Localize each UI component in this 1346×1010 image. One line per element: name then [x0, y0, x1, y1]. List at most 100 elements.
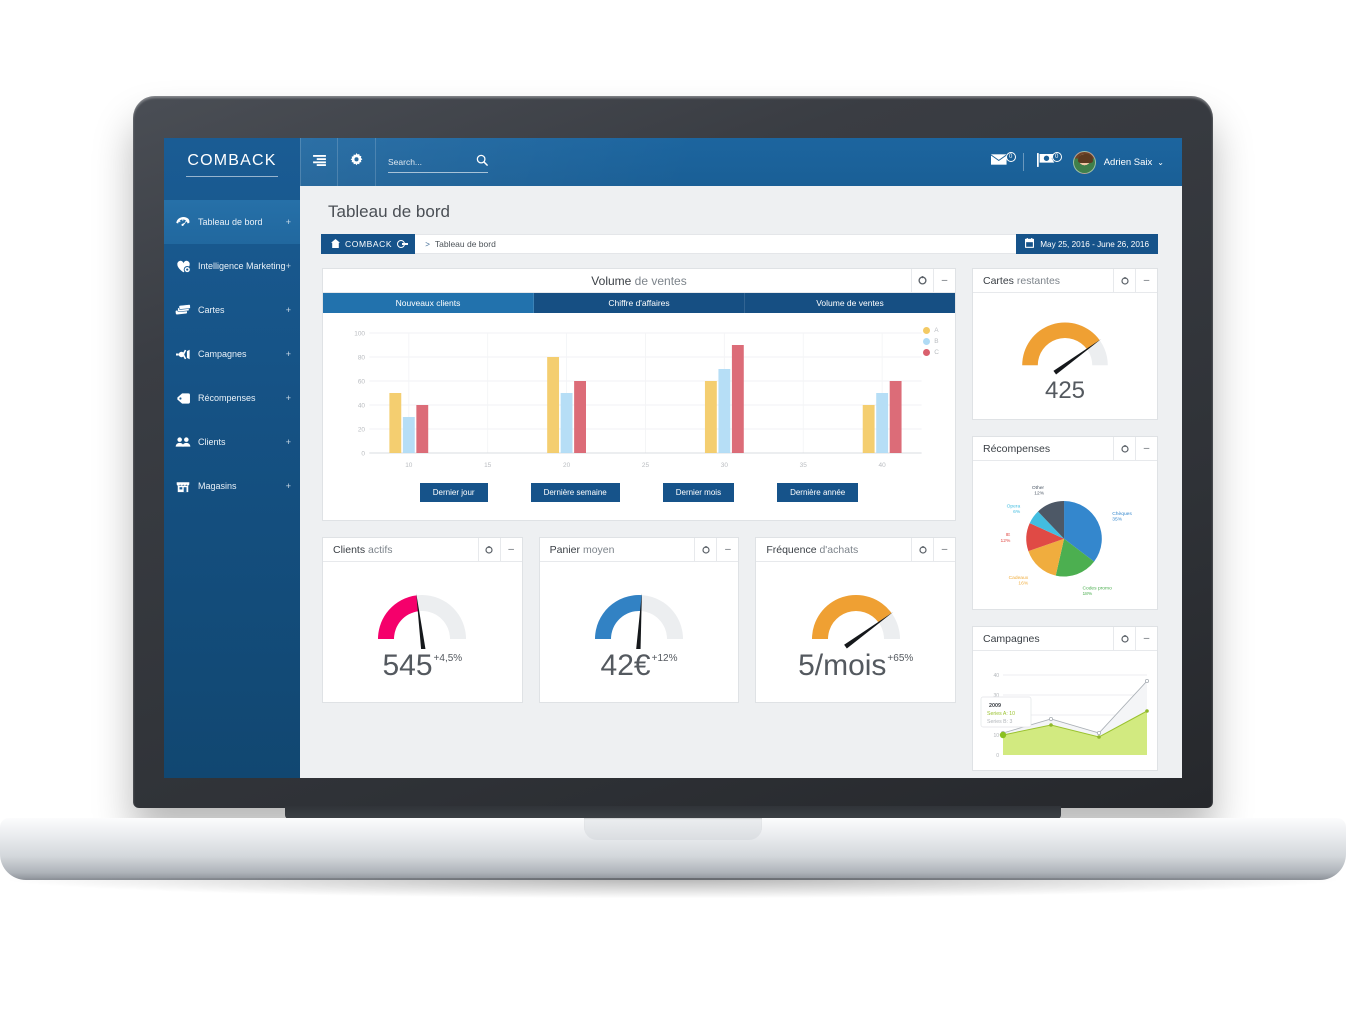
panel-settings-button[interactable]	[911, 268, 933, 293]
panel-minimize-button[interactable]: –	[1135, 626, 1157, 651]
panel-title: Volume de ventes	[323, 274, 955, 288]
main-column: Volume de ventes – Nouveaux clients Chif…	[322, 268, 957, 771]
user-menu-label[interactable]: Adrien Saix	[1104, 157, 1153, 168]
button-dernier-jour[interactable]: Dernier jour	[419, 483, 488, 502]
svg-text:12%: 12%	[1034, 490, 1044, 496]
panel-minimize-button[interactable]: –	[933, 268, 955, 293]
panel-actions: –	[1113, 268, 1157, 293]
sidebar-item-magasins[interactable]: Magasins +	[164, 464, 300, 508]
tab-volume-de-ventes[interactable]: Volume de ventes	[745, 293, 955, 313]
sidebar-item-campagnes[interactable]: Campagnes +	[164, 332, 300, 376]
sidebar: COMBACK Tableau de bord + Intelligence M…	[164, 138, 300, 778]
svg-text:20: 20	[563, 462, 571, 469]
breadcrumb-separator: >	[425, 239, 430, 249]
brand-mark-icon	[397, 240, 409, 248]
flag-icon	[1036, 152, 1056, 172]
sidebar-item-label: Tableau de bord	[198, 217, 263, 227]
panel-panier-moyen: Panier moyen – 42€ +12%	[538, 537, 740, 703]
brand-logo[interactable]: COMBACK	[164, 138, 300, 186]
sidebar-item-label: Clients	[198, 437, 226, 447]
panel-title-light: de ventes	[631, 273, 687, 288]
gear-icon	[350, 153, 363, 171]
svg-text:10: 10	[993, 733, 999, 739]
panel-settings-button[interactable]	[1113, 626, 1135, 651]
expand-icon[interactable]: +	[286, 305, 291, 315]
cartes-restantes-value: 425	[1044, 377, 1086, 404]
panel-minimize-button[interactable]: –	[499, 537, 522, 562]
chart-legend: A B C	[923, 327, 939, 360]
expand-icon[interactable]: +	[286, 437, 291, 447]
panel-title: Récompenses	[973, 443, 1050, 455]
panel-title-bold: Cartes	[983, 274, 1014, 287]
panel-minimize-button[interactable]: –	[716, 537, 738, 562]
sidebar-item-cartes[interactable]: Cartes +	[164, 288, 300, 332]
dashboard-icon	[175, 215, 191, 229]
panel-settings-button[interactable]	[694, 537, 716, 562]
panel-minimize-button[interactable]: –	[1135, 436, 1157, 461]
expand-icon[interactable]: +	[286, 217, 291, 227]
settings-button[interactable]	[338, 138, 376, 186]
panel-body: 425	[973, 293, 1157, 419]
kpi-value: 5/mois	[798, 649, 887, 682]
panel-minimize-button[interactable]: –	[1135, 268, 1157, 293]
svg-text:Other: Other	[1032, 485, 1045, 491]
svg-text:0: 0	[361, 451, 365, 458]
tag-icon	[175, 391, 191, 405]
legend-swatch-c	[923, 349, 931, 356]
svg-text:12%: 12%	[1001, 538, 1011, 544]
panel-frequence-achats: Fréquence d'achats – 5/mois +65%	[755, 537, 957, 703]
expand-icon[interactable]: +	[286, 393, 291, 403]
panel-settings-button[interactable]	[911, 537, 933, 562]
recompenses-pie-chart: Chèques35%Codes promo18%Cadeaux16%IE12%O…	[1001, 485, 1133, 597]
kpi-body: 5/mois +65%	[756, 562, 955, 702]
legend-label: C	[934, 349, 939, 356]
search-input[interactable]	[388, 156, 462, 167]
svg-text:Codes promo: Codes promo	[1082, 585, 1112, 591]
gauge-cartes-restantes	[1022, 322, 1108, 375]
expand-icon[interactable]: +	[286, 349, 291, 359]
date-range-picker[interactable]: May 25, 2016 - June 26, 2016	[1016, 234, 1158, 254]
chevron-down-icon[interactable]: ⌄	[1157, 158, 1164, 167]
megaphone-icon	[175, 347, 191, 361]
panel-title: Panier moyen	[540, 544, 615, 556]
avatar[interactable]	[1072, 150, 1096, 174]
button-derniere-semaine[interactable]: Dernière semaine	[530, 483, 620, 502]
expand-icon[interactable]: +	[286, 481, 291, 491]
tab-chiffre-d-affaires[interactable]: Chiffre d'affaires	[534, 293, 745, 313]
breadcrumb-current: Tableau de bord	[434, 239, 496, 249]
svg-text:40: 40	[993, 673, 999, 679]
expand-icon[interactable]: +	[286, 261, 291, 271]
svg-text:Cadeaux: Cadeaux	[1009, 575, 1029, 581]
svg-text:Series A: 10: Series A: 10	[987, 711, 1015, 717]
panel-title-light: d'achats	[816, 543, 859, 556]
svg-text:Chèques: Chèques	[1112, 511, 1132, 517]
notifications-button[interactable]: 0	[1028, 151, 1065, 172]
search-icon[interactable]	[476, 153, 488, 171]
button-derniere-annee[interactable]: Dernière année	[777, 483, 859, 502]
sidebar-item-intelligence-marketing[interactable]: Intelligence Marketing +	[164, 244, 300, 288]
panel-campagnes: Campagnes – 10 30 40 0 2009 Series A: 10…	[972, 626, 1158, 771]
button-dernier-mois[interactable]: Dernier mois	[662, 483, 735, 502]
sidebar-item-recompenses[interactable]: Récompenses +	[164, 376, 300, 420]
panel-settings-button[interactable]	[1113, 268, 1135, 293]
messages-button[interactable]: 0	[982, 152, 1019, 171]
breadcrumb-home[interactable]: COMBACK	[321, 234, 416, 254]
notifications-badge: 0	[1051, 151, 1062, 162]
laptop-mockup: COMBACK Tableau de bord + Intelligence M…	[0, 0, 1346, 1010]
sidebar-item-clients[interactable]: Clients +	[164, 420, 300, 464]
panel-title-bold: Campagnes	[983, 632, 1040, 645]
panel-settings-button[interactable]	[477, 537, 500, 562]
legend-item: C	[923, 349, 939, 356]
tab-nouveaux-clients[interactable]: Nouveaux clients	[323, 293, 534, 313]
panel-title-bold: Récompenses	[983, 442, 1051, 455]
panel-settings-button[interactable]	[1113, 436, 1135, 461]
legend-swatch-a	[923, 327, 931, 334]
sidebar-item-tableau-de-bord[interactable]: Tableau de bord +	[164, 200, 300, 244]
dashboard-grid: Volume de ventes – Nouveaux clients Chif…	[300, 254, 1182, 771]
menu-toggle-button[interactable]	[300, 138, 338, 186]
panel-title: Clients actifs	[323, 544, 393, 556]
laptop-screen: COMBACK Tableau de bord + Intelligence M…	[164, 138, 1182, 778]
search-box[interactable]	[388, 151, 488, 173]
panel-minimize-button[interactable]: –	[933, 537, 955, 562]
panel-header: Panier moyen –	[539, 537, 739, 562]
